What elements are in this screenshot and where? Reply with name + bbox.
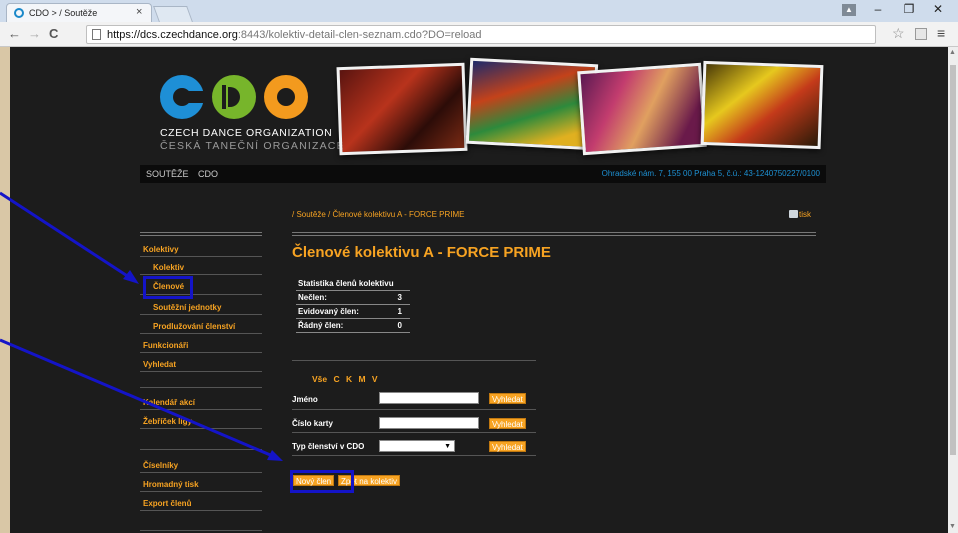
annotation-arrow [0,338,276,459]
annotation-arrowhead [267,450,283,461]
annotation-arrow [0,191,133,281]
annotation-arrowhead [123,270,139,284]
annotation-arrows [0,191,283,461]
